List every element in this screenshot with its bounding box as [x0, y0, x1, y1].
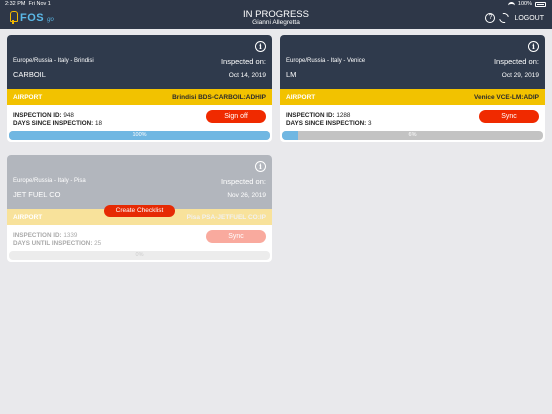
- progress-label: 6%: [408, 132, 417, 138]
- status-indicators: 100%: [507, 1, 546, 7]
- inspection-id-value: 948: [63, 112, 74, 119]
- status-bar: 2:32 PM Fri Nov 1 100%: [0, 0, 552, 9]
- days-label: DAYS UNTIL INSPECTION:: [13, 240, 93, 247]
- card-type: AIRPORT: [286, 94, 316, 101]
- inspected-date: Oct 29, 2019: [501, 72, 539, 79]
- inspection-id-label: INSPECTION ID:: [13, 232, 62, 239]
- top-navigation-bar: 2:32 PM Fri Nov 1 100% FOS go IN PROGRES…: [0, 0, 552, 29]
- card-body: INSPECTION ID: 948 DAYS SINCE INSPECTION…: [7, 105, 272, 131]
- card-location: Europe/Russia - Italy - Venice: [286, 58, 366, 64]
- progress-label: 100%: [132, 132, 147, 138]
- card-type-bar: AIRPORT Brindisi BDS-CARBOIL:ADHIP: [7, 89, 272, 105]
- inspected-on-label: Inspected on:: [493, 57, 539, 66]
- info-icon[interactable]: i: [255, 41, 266, 52]
- inspection-card[interactable]: i Europe/Russia - Italy - Venice LM Insp…: [280, 35, 545, 142]
- sync-icon[interactable]: [497, 11, 512, 25]
- card-code: Venice VCE-LM:ADIP: [473, 94, 539, 101]
- days-row: DAYS SINCE INSPECTION: 3: [286, 120, 372, 127]
- inspection-id-row: INSPECTION ID: 948: [13, 112, 74, 119]
- inspection-card[interactable]: i Europe/Russia - Italy - Brindisi CARBO…: [7, 35, 272, 142]
- card-header: i Europe/Russia - Italy - Pisa JET FUEL …: [7, 155, 272, 209]
- days-value: 3: [368, 120, 372, 127]
- info-icon[interactable]: i: [528, 41, 539, 52]
- card-body: INSPECTION ID: 1288 DAYS SINCE INSPECTIO…: [280, 105, 545, 131]
- inspection-id-row: INSPECTION ID: 1288: [286, 112, 350, 119]
- card-name: JET FUEL CO: [13, 190, 61, 199]
- card-type-bar: AIRPORT Venice VCE-LM:ADIP: [280, 89, 545, 105]
- logout-button[interactable]: LOGOUT: [514, 15, 544, 22]
- progress-bar: 0%: [9, 251, 270, 260]
- battery-icon: [535, 1, 546, 7]
- days-row: DAYS SINCE INSPECTION: 18: [13, 120, 102, 127]
- inspected-date: Oct 14, 2019: [228, 72, 266, 79]
- inspected-on-label: Inspected on:: [220, 57, 266, 66]
- create-checklist-button[interactable]: Create Checklist: [104, 205, 175, 217]
- inspection-id-row: INSPECTION ID: 1339: [13, 232, 77, 239]
- card-header: i Europe/Russia - Italy - Brindisi CARBO…: [7, 35, 272, 89]
- days-value: 25: [94, 240, 102, 247]
- help-icon[interactable]: ?: [485, 13, 496, 23]
- card-name: LM: [286, 70, 297, 79]
- card-type: AIRPORT: [13, 214, 43, 221]
- card-header: i Europe/Russia - Italy - Venice LM Insp…: [280, 35, 545, 89]
- days-label: DAYS SINCE INSPECTION:: [286, 120, 367, 127]
- battery-percent: 100%: [517, 1, 532, 7]
- status-time-date: 2:32 PM Fri Nov 1: [5, 1, 51, 7]
- card-location: Europe/Russia - Italy - Pisa: [13, 178, 86, 184]
- days-row: DAYS UNTIL INSPECTION: 25: [13, 240, 101, 247]
- sync-button[interactable]: Sync: [206, 230, 266, 243]
- inspected-date: Nov 26, 2019: [227, 192, 266, 199]
- card-body: INSPECTION ID: 1339 DAYS UNTIL INSPECTIO…: [7, 225, 272, 251]
- user-name: Gianni Allegretta: [252, 19, 300, 26]
- sign-off-button[interactable]: Sign off: [206, 110, 266, 123]
- wifi-icon: [507, 1, 515, 7]
- progress-bar: 100%: [9, 131, 270, 140]
- card-code: Brindisi BDS-CARBOIL:ADHIP: [172, 94, 266, 101]
- header-actions: ? LOGOUT: [485, 11, 544, 25]
- card-type: AIRPORT: [13, 94, 43, 101]
- info-icon[interactable]: i: [255, 161, 266, 172]
- inspection-id-value: 1339: [63, 232, 78, 239]
- days-label: DAYS SINCE INSPECTION:: [13, 120, 94, 127]
- card-name: CARBOIL: [13, 70, 46, 79]
- days-value: 18: [95, 120, 103, 127]
- inspected-on-label: Inspected on:: [220, 177, 266, 186]
- progress-bar: 6%: [282, 131, 543, 140]
- status-date: Fri Nov 1: [28, 1, 51, 7]
- card-code: Pisa PSA-JETFUEL CO:IP: [186, 214, 266, 221]
- inspection-id-label: INSPECTION ID:: [13, 112, 62, 119]
- sync-button[interactable]: Sync: [479, 110, 539, 123]
- progress-label: 0%: [135, 252, 144, 258]
- status-time: 2:32 PM: [5, 1, 26, 7]
- card-location: Europe/Russia - Italy - Brindisi: [13, 58, 94, 64]
- inspection-id-label: INSPECTION ID:: [286, 112, 335, 119]
- inspection-id-value: 1288: [336, 112, 351, 119]
